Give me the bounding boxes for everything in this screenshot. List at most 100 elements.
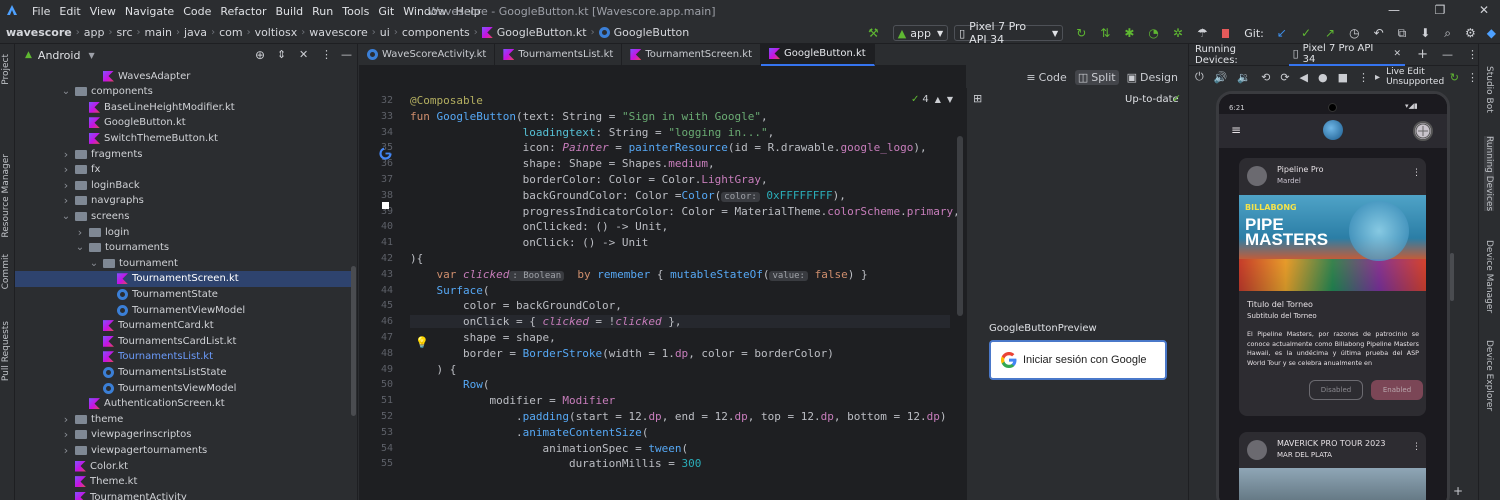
phone-screen[interactable]: 6:21 ▾◢▮ ≡ Pipeline Pro Mardel ⋮ BILLABO… xyxy=(1216,91,1450,500)
code-line[interactable]: .padding(start = 12.dp, end = 12.dp, top… xyxy=(410,410,947,423)
editor-scrollbar[interactable] xyxy=(957,136,963,316)
git-update-icon[interactable]: ↙ xyxy=(1277,26,1287,40)
rotate-left-icon[interactable]: ⟲ xyxy=(1261,71,1270,84)
code-line[interactable]: fun GoogleButton(text: String = "Sign in… xyxy=(410,110,768,123)
chevron-down-icon[interactable]: ⌄ xyxy=(61,211,71,222)
tree-file[interactable]: Theme.kt xyxy=(15,474,351,490)
code-line[interactable]: Row( xyxy=(410,378,490,391)
git-push-icon[interactable]: ↗ xyxy=(1325,26,1335,40)
running-devices-tool-tab[interactable]: Running Devices xyxy=(1484,136,1494,212)
menu-icon[interactable]: ≡ xyxy=(1231,123,1241,137)
chevron-down-icon[interactable]: ▼ xyxy=(947,95,953,104)
expand-all-icon[interactable]: ✕ xyxy=(299,48,308,61)
code-line[interactable]: .animateContentSize( xyxy=(410,426,648,439)
breadcrumb-item[interactable]: wavescore xyxy=(309,26,368,39)
breadcrumb-item[interactable]: main xyxy=(145,26,172,39)
tree-file[interactable]: WavesAdapter xyxy=(15,68,351,84)
tree-file[interactable]: TournamentActivity xyxy=(15,489,351,500)
editor-tab[interactable]: GoogleButton.kt xyxy=(761,43,875,66)
hide-panel-icon[interactable]: — xyxy=(341,48,352,61)
chevron-right-icon[interactable]: › xyxy=(61,194,71,207)
resource-manager-tool-tab[interactable]: Resource Manager xyxy=(1,154,11,238)
menu-run[interactable]: Run xyxy=(312,5,333,18)
chevron-down-icon[interactable]: ⌄ xyxy=(89,258,99,269)
code-line[interactable]: icon: Painter = painterResource(id = R.d… xyxy=(410,141,927,154)
live-edit-refresh-icon[interactable]: ↻ xyxy=(1450,71,1459,84)
code-line[interactable]: onClick: () -> Unit xyxy=(410,236,649,249)
tree-file[interactable]: TournamentState xyxy=(15,286,351,302)
enabled-button[interactable]: Enabled xyxy=(1371,380,1423,400)
volume-down-icon[interactable]: 🔉 xyxy=(1237,71,1251,84)
menu-refactor[interactable]: Refactor xyxy=(220,5,266,18)
chevron-right-icon[interactable]: › xyxy=(61,179,71,192)
breadcrumb-item[interactable]: components xyxy=(402,26,470,39)
code-line[interactable]: loadingtext: String = "logging in...", xyxy=(410,126,775,139)
device-select[interactable]: ▯ Pixel 7 Pro API 34 ▼ xyxy=(954,20,1064,46)
device-manager-tool-tab[interactable]: Device Manager xyxy=(1484,240,1494,313)
tree-folder[interactable]: › viewpagerinscriptos xyxy=(15,427,351,443)
breadcrumb-item[interactable]: voltiosx xyxy=(255,26,298,39)
locate-icon[interactable]: ⊕ xyxy=(255,48,265,62)
restore-icon[interactable]: ❐ xyxy=(1432,3,1448,19)
code-line[interactable]: animationSpec = tween( xyxy=(410,442,688,455)
device-scrollbar[interactable] xyxy=(1450,253,1454,301)
code-line[interactable]: ){ xyxy=(410,252,423,265)
code-line[interactable]: shape: Shape = Shapes.medium, xyxy=(410,157,715,170)
options-icon[interactable]: ⋮ xyxy=(321,48,332,61)
menu-tools[interactable]: Tools xyxy=(342,5,369,18)
breadcrumb-item[interactable]: java xyxy=(184,26,207,39)
hide-panel-icon[interactable]: — xyxy=(1442,48,1453,61)
chevron-up-icon[interactable]: ▲ xyxy=(935,95,941,104)
volume-up-icon[interactable]: 🔊 xyxy=(1214,71,1228,84)
pin-icon[interactable]: ▸ xyxy=(1375,72,1380,83)
chevron-right-icon[interactable]: › xyxy=(61,148,71,161)
settings-icon[interactable]: ⚙ xyxy=(1465,26,1476,40)
split-mode-button[interactable]: ◫ Split xyxy=(1074,69,1119,85)
tree-file[interactable]: TournamentsListState xyxy=(15,364,351,380)
overview-icon[interactable]: ■ xyxy=(1338,71,1348,84)
zoom-in-icon[interactable]: + xyxy=(1453,484,1463,498)
editor-tab[interactable]: WaveScoreActivity.kt xyxy=(359,43,496,66)
card-more-icon[interactable]: ⋮ xyxy=(1412,442,1421,452)
chevron-right-icon[interactable]: › xyxy=(61,428,71,441)
breadcrumb-item[interactable]: com xyxy=(219,26,243,39)
apply-changes-icon[interactable]: ⇅ xyxy=(1100,26,1110,40)
tree-folder[interactable]: ⌄ tournament xyxy=(15,255,351,271)
device-mirror-icon[interactable]: ⧉ xyxy=(1398,26,1407,41)
tree-scrollbar[interactable] xyxy=(351,266,356,416)
rollback-icon[interactable]: ↶ xyxy=(1374,26,1384,40)
code-line[interactable]: border = BorderStroke(width = 1.dp, colo… xyxy=(410,347,834,360)
user-avatar[interactable] xyxy=(1413,121,1433,141)
code-line[interactable]: shape = shape, xyxy=(410,331,556,344)
tree-folder[interactable]: › loginBack xyxy=(15,177,351,193)
ide-logo-icon[interactable]: ◆ xyxy=(1487,26,1496,40)
chevron-down-icon[interactable]: ⌄ xyxy=(75,242,85,253)
attach-debugger-icon[interactable]: ✲ xyxy=(1173,26,1183,40)
chevron-right-icon[interactable]: › xyxy=(61,413,71,426)
editor-tab[interactable]: TournamentScreen.kt xyxy=(622,43,762,66)
tree-file[interactable]: TournamentScreen.kt xyxy=(15,270,351,287)
code-mode-button[interactable]: ≡ Code xyxy=(1026,71,1066,84)
preview-layers-icon[interactable]: ⊞ xyxy=(973,92,982,105)
menu-git[interactable]: Git xyxy=(378,5,394,18)
studio-bot-tool-tab[interactable]: Studio Bot xyxy=(1484,66,1494,113)
profile-icon[interactable]: ◔ xyxy=(1148,26,1158,40)
build-hammer-icon[interactable]: ⚒ xyxy=(868,26,879,40)
tree-file[interactable]: TournamentsList.kt xyxy=(15,349,351,365)
breadcrumb-item[interactable]: src xyxy=(116,26,132,39)
device-explorer-tool-tab[interactable]: Device Explorer xyxy=(1484,340,1494,411)
git-commit-icon[interactable]: ✓ xyxy=(1301,26,1311,40)
coverage-icon[interactable]: ☂ xyxy=(1197,26,1208,40)
breadcrumb-item[interactable]: wavescore xyxy=(6,26,72,39)
chevron-right-icon[interactable]: › xyxy=(61,163,71,176)
close-tab-icon[interactable]: ✕ xyxy=(1394,49,1402,59)
menu-build[interactable]: Build xyxy=(276,5,304,18)
tree-folder[interactable]: ⌄ screens xyxy=(15,208,351,224)
code-line[interactable]: ) { xyxy=(410,363,456,376)
lightbulb-icon[interactable]: 💡 xyxy=(415,336,429,349)
debug-icon[interactable]: ✱ xyxy=(1124,26,1134,40)
tree-folder[interactable]: ⌄ tournaments xyxy=(15,240,351,256)
tree-file[interactable]: AuthenticationScreen.kt xyxy=(15,396,351,412)
tree-folder[interactable]: › login xyxy=(15,224,351,240)
code-line[interactable]: borderColor: Color = Color.LightGray, xyxy=(410,173,768,186)
